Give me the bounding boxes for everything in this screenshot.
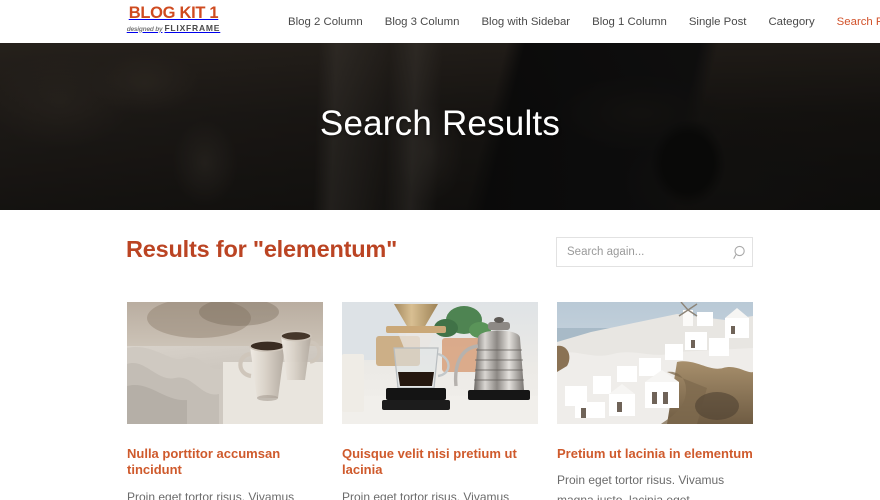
result-excerpt: Proin eget tortor risus. Vivamus magna j… bbox=[342, 489, 510, 500]
nav-item-blog-2-column[interactable]: Blog 2 Column bbox=[288, 16, 363, 28]
nav-item-blog-3-column[interactable]: Blog 3 Column bbox=[385, 16, 460, 28]
nav-item-blog-with-sidebar[interactable]: Blog with Sidebar bbox=[481, 16, 570, 28]
hero-banner: Search Results bbox=[0, 43, 880, 210]
result-card: Nulla porttitor accumsan tincidunt Proin… bbox=[127, 302, 323, 500]
site-header: BLOG KIT 1 designed by FLIXFRAME Blog 2 C… bbox=[0, 0, 880, 43]
result-thumbnail-mugs[interactable] bbox=[127, 302, 323, 424]
result-title[interactable]: Pretium ut lacinia in elementum bbox=[557, 446, 753, 462]
search-results-list: Nulla porttitor accumsan tincidunt Proin… bbox=[127, 302, 753, 500]
results-toolbar: Results for "elementum" bbox=[0, 210, 880, 302]
result-title[interactable]: Nulla porttitor accumsan tincidunt bbox=[127, 446, 323, 479]
nav-item-blog-1-column[interactable]: Blog 1 Column bbox=[592, 16, 667, 28]
cliffside-village-photo bbox=[557, 302, 753, 424]
page-title: Search Results bbox=[319, 104, 561, 143]
pour-over-coffee-photo bbox=[342, 302, 538, 424]
results-heading: Results for "elementum" bbox=[126, 236, 398, 262]
result-thumbnail-village[interactable] bbox=[557, 302, 753, 424]
result-excerpt: Proin eget tortor risus. Vivamus magna j… bbox=[127, 489, 295, 500]
logo-studio: FLIXFRAME bbox=[164, 22, 221, 33]
logo-title: BLOG KIT 1 bbox=[128, 4, 219, 22]
logo-designed-by: designed by bbox=[126, 25, 163, 33]
nav-item-category[interactable]: Category bbox=[768, 16, 814, 28]
mugs-photo bbox=[127, 302, 323, 424]
result-excerpt: Proin eget tortor risus. Vivamus magna j… bbox=[557, 473, 725, 500]
logo-tagline: designed by FLIXFRAME bbox=[126, 22, 221, 34]
main-content: Results for "elementum" Search again... … bbox=[0, 210, 880, 500]
search-input[interactable] bbox=[557, 238, 729, 266]
result-card: Quisque velit nisi pretium ut lacinia Pr… bbox=[342, 302, 538, 500]
result-card: Pretium ut lacinia in elementum Proin eg… bbox=[557, 302, 753, 500]
nav-item-search-results[interactable]: Search Results bbox=[837, 16, 880, 28]
search-icon bbox=[733, 245, 748, 260]
result-title[interactable]: Quisque velit nisi pretium ut lacinia bbox=[342, 446, 538, 479]
result-thumbnail-coffee[interactable] bbox=[342, 302, 538, 424]
site-logo[interactable]: BLOG KIT 1 designed by FLIXFRAME bbox=[126, 5, 221, 33]
nav-item-single-post[interactable]: Single Post bbox=[689, 16, 747, 28]
search-form bbox=[556, 237, 753, 267]
search-submit-button[interactable] bbox=[729, 238, 752, 266]
main-navigation: Blog 2 Column Blog 3 Column Blog with Si… bbox=[288, 0, 880, 43]
